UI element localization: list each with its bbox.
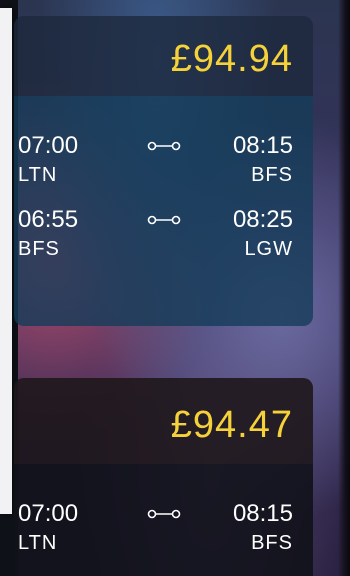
offer-header: £94.47 <box>14 378 313 464</box>
left-side-panel <box>0 8 12 514</box>
arrival-time: 08:25 <box>232 206 293 233</box>
offer-card[interactable]: £94.94 07:00 LTN 08:15 BFS 06:55 BFS 08:… <box>14 16 313 326</box>
flight-list: 07:00 LTN 08:15 BFS <box>14 464 313 576</box>
arrival-airport: BFS <box>251 532 293 554</box>
flight-row[interactable]: 07:00 LTN 08:15 BFS <box>14 96 313 186</box>
departure-airport: LTN <box>18 532 58 554</box>
flight-row[interactable]: 06:55 BFS 08:25 LGW <box>14 180 313 264</box>
offer-price: £94.94 <box>170 38 293 80</box>
route-connector-icon <box>147 509 181 519</box>
departure-airport: BFS <box>18 238 60 260</box>
departure-time: 07:00 <box>18 132 79 159</box>
offer-price: £94.47 <box>170 404 293 446</box>
offer-card[interactable]: £94.47 07:00 LTN 08:15 BFS <box>14 378 313 576</box>
arrival-time: 08:15 <box>232 132 293 159</box>
flight-list: 07:00 LTN 08:15 BFS 06:55 BFS 08:25 LGW <box>14 96 313 326</box>
offer-header: £94.94 <box>14 16 313 96</box>
departure-time: 07:00 <box>18 500 79 527</box>
right-edge-strip <box>338 0 350 576</box>
departure-time: 06:55 <box>18 206 79 233</box>
flight-row[interactable]: 07:00 LTN 08:15 BFS <box>14 464 313 554</box>
route-connector-icon <box>147 215 181 225</box>
route-connector-icon <box>147 141 181 151</box>
arrival-time: 08:15 <box>232 500 293 527</box>
arrival-airport: LGW <box>244 238 293 260</box>
